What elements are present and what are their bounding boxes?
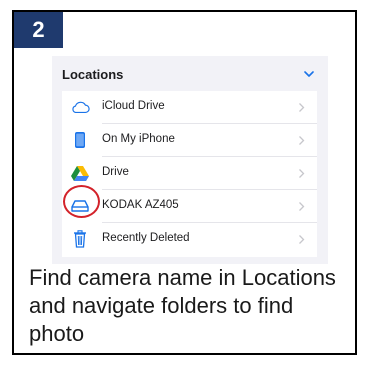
location-item-drive[interactable]: Drive [62,157,317,190]
locations-list: iCloud Drive On My iPhone Drive KODAK AZ… [62,91,317,257]
location-label: iCloud Drive [102,100,165,112]
chevron-right-icon [299,103,305,112]
google-drive-icon [70,163,90,183]
locations-header: Locations [62,67,124,82]
step-number: 2 [32,17,45,42]
instruction-caption: Find camera name in Locations and naviga… [29,265,336,346]
step-badge: 2 [14,12,63,48]
chevron-right-icon [299,136,305,145]
instruction-card: 2 Locations iCloud Drive On My iPhone Dr… [12,10,357,355]
chevron-right-icon [299,235,305,244]
location-label: Recently Deleted [102,232,190,244]
location-label: On My iPhone [102,133,175,145]
trash-icon [70,229,90,249]
cloud-icon [70,97,90,117]
location-item-on-my-iphone[interactable]: On My iPhone [62,124,317,157]
chevron-right-icon [299,202,305,211]
location-item-icloud-drive[interactable]: iCloud Drive [62,91,317,124]
iphone-icon [70,130,90,150]
location-item-recently-deleted[interactable]: Recently Deleted [62,223,317,256]
location-item-kodak-az405[interactable]: KODAK AZ405 [62,190,317,223]
external-drive-icon [70,196,90,216]
chevron-down-icon[interactable] [304,70,314,78]
location-label: KODAK AZ405 [102,199,179,211]
files-locations-panel: Locations iCloud Drive On My iPhone Driv… [52,56,328,264]
chevron-right-icon [299,169,305,178]
location-label: Drive [102,166,129,178]
